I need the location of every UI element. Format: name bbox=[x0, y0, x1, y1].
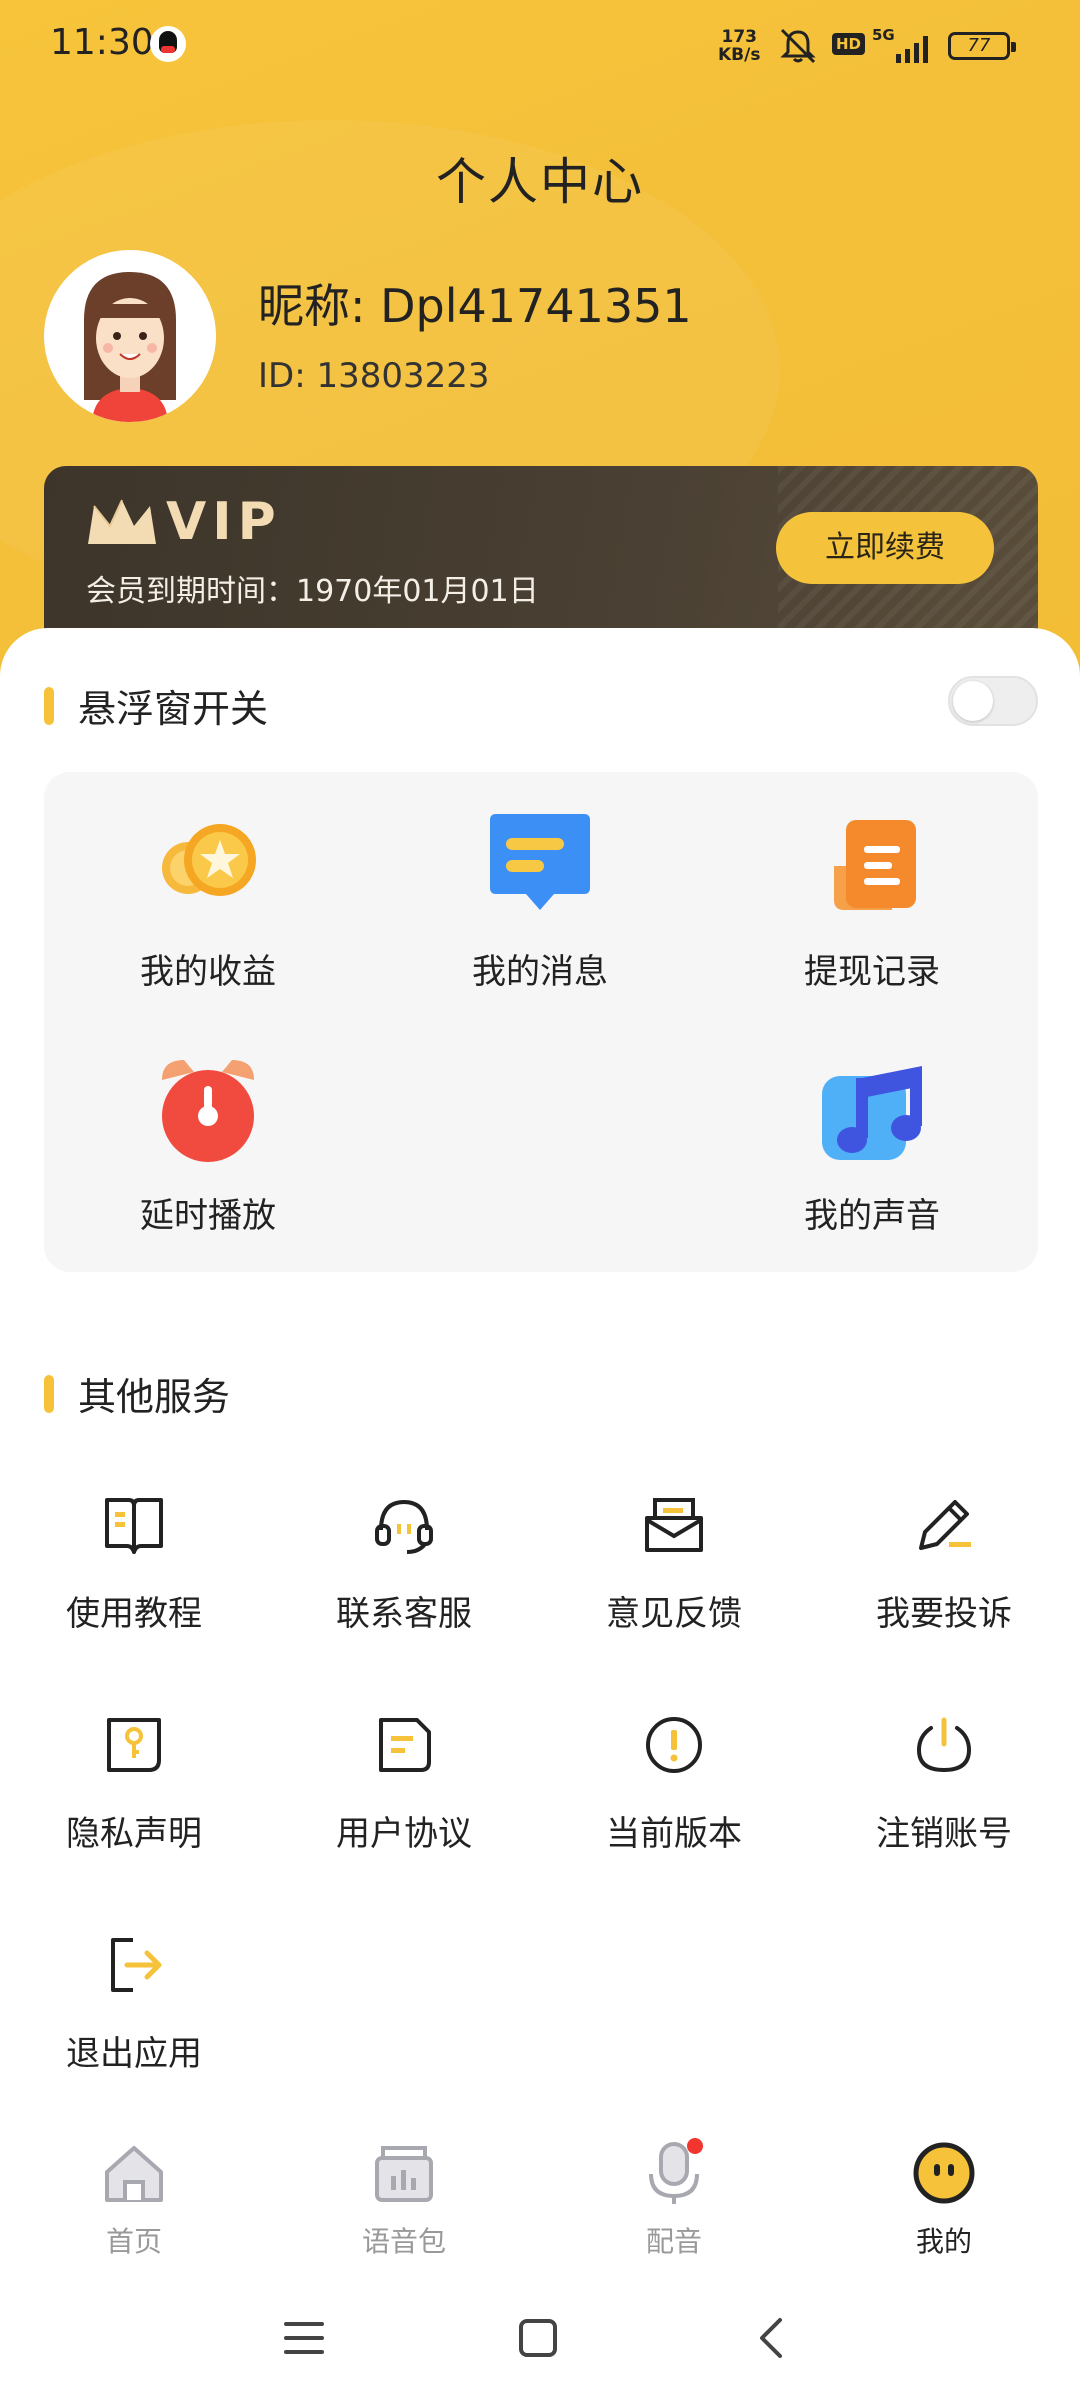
service-delete-account[interactable]: 注销账号 bbox=[844, 1710, 1044, 1855]
avatar-girl-icon bbox=[44, 250, 216, 422]
menu-icon[interactable] bbox=[274, 2308, 334, 2368]
service-label: 意见反馈 bbox=[606, 1594, 742, 1634]
service-label: 使用教程 bbox=[66, 1594, 202, 1634]
avatar[interactable] bbox=[44, 250, 216, 422]
message-icon bbox=[490, 814, 590, 910]
vip-logo-text: VIP bbox=[166, 492, 282, 552]
tab-home[interactable]: 首页 bbox=[34, 2138, 234, 2260]
battery-level: 77 bbox=[967, 35, 991, 56]
service-feedback[interactable]: 意见反馈 bbox=[574, 1490, 774, 1635]
back-icon[interactable] bbox=[742, 2308, 802, 2368]
music-note-icon bbox=[822, 1066, 922, 1160]
alarm-clock-icon bbox=[162, 1060, 254, 1162]
floating-window-toggle[interactable] bbox=[948, 676, 1038, 726]
profile-face-icon bbox=[913, 2142, 975, 2204]
document-icon bbox=[379, 1718, 431, 1772]
network-speed-unit: KB/s bbox=[718, 45, 761, 65]
mute-bell-icon bbox=[780, 28, 816, 64]
renew-button[interactable]: 立即续费 bbox=[776, 512, 994, 584]
page-title: 个人中心 bbox=[436, 153, 644, 211]
battery-icon: 77 bbox=[948, 32, 1016, 60]
network-speed: 173 KB/s bbox=[718, 28, 760, 64]
network-type: 5G bbox=[872, 26, 895, 44]
service-current-version[interactable]: 当前版本 bbox=[574, 1710, 774, 1855]
service-label: 当前版本 bbox=[606, 1814, 742, 1854]
floating-window-title: 悬浮窗开关 bbox=[78, 687, 269, 731]
qq-notification-icon bbox=[150, 26, 186, 62]
service-label: 联系客服 bbox=[336, 1594, 472, 1634]
feature-label: 我的消息 bbox=[472, 952, 608, 992]
voice-pack-icon bbox=[375, 2146, 433, 2202]
floating-window-header: 悬浮窗开关 bbox=[44, 678, 268, 733]
tab-label: 语音包 bbox=[361, 2225, 446, 2258]
nickname: 昵称: Dpl41741351 bbox=[258, 279, 692, 333]
service-label: 注销账号 bbox=[876, 1814, 1012, 1854]
section-marker bbox=[44, 1374, 54, 1413]
feature-label: 延时播放 bbox=[140, 1196, 276, 1236]
section-marker bbox=[44, 686, 54, 725]
info-icon bbox=[646, 1717, 702, 1773]
bottom-tab-bar: 首页 语音包 配音 我的 bbox=[0, 2128, 1080, 2268]
tab-label: 我的 bbox=[915, 2225, 972, 2258]
service-user-agreement[interactable]: 用户协议 bbox=[304, 1710, 504, 1855]
service-complaint[interactable]: 我要投诉 bbox=[844, 1490, 1044, 1635]
withdraw-record-icon bbox=[834, 820, 916, 910]
tab-mine[interactable]: 我的 bbox=[844, 2138, 1044, 2260]
headset-icon bbox=[375, 1499, 433, 1554]
signal-icon: 5G bbox=[872, 26, 934, 64]
service-label: 用户协议 bbox=[336, 1814, 472, 1854]
feature-label: 我的声音 bbox=[804, 1196, 940, 1236]
status-bar: 11:30 173 KB/s HD 5G 77 bbox=[0, 0, 1080, 96]
tab-label: 首页 bbox=[105, 2225, 162, 2258]
feature-delay-play[interactable]: 延时播放 bbox=[68, 1050, 348, 1237]
tab-label: 配音 bbox=[645, 2225, 702, 2258]
status-time: 11:30 bbox=[50, 22, 154, 63]
coins-icon bbox=[162, 824, 256, 896]
other-services-title: 其他服务 bbox=[78, 1375, 231, 1419]
service-privacy[interactable]: 隐私声明 bbox=[34, 1710, 234, 1855]
hd-badge: HD bbox=[832, 33, 866, 55]
feature-earnings[interactable]: 我的收益 bbox=[68, 806, 348, 993]
key-icon bbox=[107, 1718, 161, 1772]
service-label: 我要投诉 bbox=[876, 1594, 1012, 1634]
tab-dubbing[interactable]: 配音 bbox=[574, 2138, 774, 2260]
service-contact-support[interactable]: 联系客服 bbox=[304, 1490, 504, 1635]
service-label: 退出应用 bbox=[66, 2034, 202, 2074]
pencil-icon bbox=[919, 1500, 971, 1550]
notification-badge bbox=[687, 2138, 703, 2154]
network-speed-value: 173 bbox=[721, 27, 757, 47]
feature-label: 提现记录 bbox=[804, 952, 940, 992]
tab-voice-pack[interactable]: 语音包 bbox=[304, 2138, 504, 2260]
book-icon bbox=[105, 1498, 163, 1554]
microphone-icon bbox=[649, 2138, 703, 2204]
vip-expiry: 会员到期时间：1970年01月01日 bbox=[86, 574, 539, 609]
service-exit-app[interactable]: 退出应用 bbox=[34, 1930, 234, 2075]
service-tutorial[interactable]: 使用教程 bbox=[34, 1490, 234, 1635]
toggle-knob bbox=[953, 681, 993, 721]
service-label: 隐私声明 bbox=[66, 1814, 202, 1854]
user-id: ID: 13803223 bbox=[258, 356, 490, 396]
mail-icon bbox=[645, 1498, 703, 1552]
other-services-header: 其他服务 bbox=[44, 1366, 230, 1421]
feature-withdraw-record[interactable]: 提现记录 bbox=[732, 806, 1012, 993]
system-nav-bar bbox=[0, 2268, 1080, 2400]
feature-label: 我的收益 bbox=[140, 952, 276, 992]
feature-messages[interactable]: 我的消息 bbox=[400, 806, 680, 993]
exit-icon bbox=[111, 1938, 162, 1992]
home-square-icon[interactable] bbox=[508, 2308, 568, 2368]
home-icon bbox=[105, 2146, 163, 2202]
feature-my-voice[interactable]: 我的声音 bbox=[732, 1050, 1012, 1237]
power-icon bbox=[916, 1717, 972, 1773]
